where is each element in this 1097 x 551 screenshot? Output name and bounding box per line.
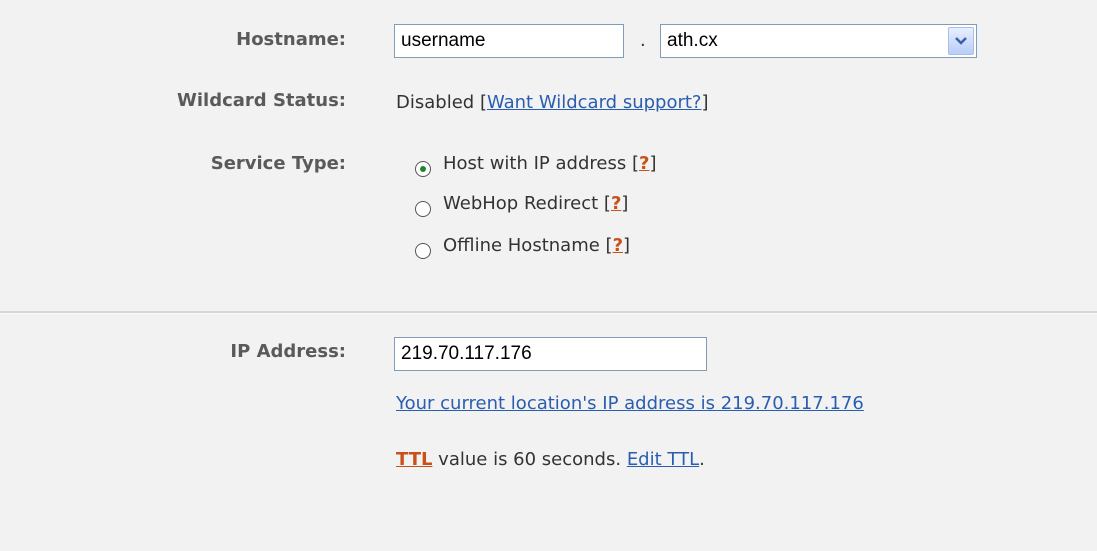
wildcard-label: Wildcard Status: [177, 90, 346, 111]
wildcard-status-line: Disabled [Want Wildcard support?] [396, 92, 709, 113]
hostname-section: Hostname: username . ath.cx Wildcard Sta… [0, 0, 1097, 312]
bracket-close: ] [649, 153, 657, 174]
hostname-label: Hostname: [236, 29, 346, 50]
option-host-with-ip: Host with IP address [?] [443, 153, 656, 174]
option-webhop-redirect: WebHop Redirect [?] [443, 193, 628, 214]
wildcard-status: Disabled [396, 92, 475, 113]
bracket-open: [ [603, 193, 611, 214]
help-link[interactable]: ? [639, 153, 649, 174]
bracket-close: ] [623, 235, 631, 256]
current-ip-line: Your current location's IP address is 21… [396, 393, 864, 414]
radio-webhop-redirect[interactable] [415, 201, 431, 217]
radio-offline-hostname[interactable] [415, 243, 431, 259]
option-label: Host with IP address [443, 153, 627, 174]
ttl-text: value is 60 seconds. [432, 449, 627, 470]
help-link[interactable]: ? [611, 193, 621, 214]
hostname-input-value: username [401, 30, 486, 51]
wildcard-support-link[interactable]: Want Wildcard support? [487, 92, 702, 113]
option-offline-hostname: Offline Hostname [?] [443, 235, 630, 256]
section-divider [0, 311, 1097, 314]
domain-select[interactable]: ath.cx [660, 24, 977, 58]
ip-section: IP Address: 219.70.117.176 Your current … [0, 315, 1097, 551]
ip-address-label: IP Address: [230, 341, 346, 362]
bracket-open: [ [479, 92, 487, 113]
radio-host-with-ip[interactable] [415, 161, 431, 177]
bracket-open: [ [631, 153, 639, 174]
current-ip-link[interactable]: Your current location's IP address is 21… [396, 393, 864, 414]
ip-address-value: 219.70.117.176 [401, 343, 532, 364]
ttl-line: TTL value is 60 seconds. Edit TTL. [396, 449, 705, 470]
bracket-close: ] [701, 92, 709, 113]
service-type-label: Service Type: [210, 153, 346, 174]
domain-select-value: ath.cx [667, 30, 718, 51]
help-link[interactable]: ? [613, 235, 623, 256]
chevron-down-icon [955, 37, 967, 45]
option-label: WebHop Redirect [443, 193, 599, 214]
bracket-open: [ [605, 235, 613, 256]
hostname-input[interactable]: username [394, 24, 624, 58]
dropdown-button[interactable] [948, 27, 974, 55]
ttl-end: . [699, 449, 705, 470]
ttl-link[interactable]: TTL [396, 449, 432, 470]
option-label: Offline Hostname [443, 235, 600, 256]
edit-ttl-link[interactable]: Edit TTL [627, 449, 699, 470]
ip-address-input[interactable]: 219.70.117.176 [394, 337, 707, 371]
bracket-close: ] [621, 193, 629, 214]
hostname-separator: . [640, 30, 646, 51]
